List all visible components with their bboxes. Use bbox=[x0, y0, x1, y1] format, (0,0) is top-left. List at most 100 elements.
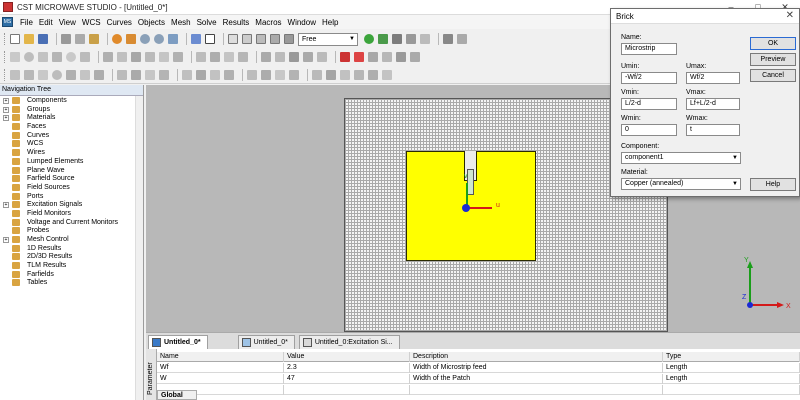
tree-item[interactable]: Field Monitors bbox=[0, 209, 143, 218]
tree-item[interactable]: 1D Results bbox=[0, 244, 143, 253]
table-row[interactable] bbox=[157, 385, 800, 395]
tree-item[interactable]: WCS bbox=[0, 139, 143, 148]
umax-field[interactable]: Wf/2 bbox=[686, 72, 740, 84]
curve-trim-icon[interactable] bbox=[117, 69, 127, 80]
wmin-field[interactable]: 0 bbox=[621, 124, 677, 136]
param-type-cell[interactable]: Length bbox=[663, 374, 800, 384]
transparency-icon[interactable] bbox=[284, 34, 294, 44]
tree-item[interactable]: TLM Results bbox=[0, 261, 143, 270]
tree-item[interactable]: + Components bbox=[0, 96, 143, 105]
menu-objects[interactable]: Objects bbox=[135, 18, 168, 27]
material-select[interactable]: Copper (annealed) ▼ bbox=[621, 178, 741, 190]
param-description-cell[interactable] bbox=[410, 385, 663, 395]
table-row[interactable]: Wf 2.3 Width of Microstrip feed Length bbox=[157, 363, 800, 373]
transform-icon[interactable] bbox=[261, 52, 271, 62]
zoom-icon[interactable] bbox=[140, 34, 150, 44]
sweep-icon[interactable] bbox=[131, 52, 141, 62]
torus-icon[interactable] bbox=[66, 52, 76, 62]
menu-results[interactable]: Results bbox=[220, 18, 253, 27]
lumped-element-icon[interactable] bbox=[196, 69, 206, 80]
tree-item[interactable]: + Mesh Control bbox=[0, 235, 143, 244]
tree-item[interactable]: Voltage and Current Monitors bbox=[0, 218, 143, 227]
menu-macros[interactable]: Macros bbox=[252, 18, 284, 27]
loft-icon[interactable] bbox=[117, 52, 127, 62]
menu-wcs[interactable]: WCS bbox=[79, 18, 104, 27]
close-icon[interactable]: ✕ bbox=[786, 10, 794, 21]
column-header-type[interactable]: Type bbox=[663, 352, 800, 362]
wireframe-icon[interactable] bbox=[242, 34, 252, 44]
tree-item[interactable]: Ports bbox=[0, 192, 143, 201]
tree-item[interactable]: Faces bbox=[0, 122, 143, 131]
toolbar-grip[interactable] bbox=[4, 68, 7, 81]
tree-item[interactable]: Plane Wave bbox=[0, 166, 143, 175]
tab-3d-model[interactable]: Untitled_0* bbox=[148, 335, 208, 349]
curve-spiral-icon[interactable] bbox=[94, 69, 104, 80]
expand-icon[interactable]: + bbox=[3, 106, 9, 113]
paste-icon[interactable] bbox=[89, 34, 99, 44]
boolean-add-icon[interactable] bbox=[196, 52, 206, 62]
mdi-document-icon[interactable]: MS bbox=[2, 17, 13, 27]
boolean-insert-icon[interactable] bbox=[238, 52, 248, 62]
wmax-field[interactable]: t bbox=[686, 124, 740, 136]
menu-curves[interactable]: Curves bbox=[104, 18, 135, 27]
perspective-icon[interactable] bbox=[256, 34, 266, 44]
tree-item[interactable]: Tables bbox=[0, 278, 143, 287]
tree-item[interactable]: Curves bbox=[0, 131, 143, 140]
curve-rectangle-icon[interactable] bbox=[38, 69, 48, 80]
boundary-icon[interactable] bbox=[368, 52, 378, 62]
curve-blend-icon[interactable] bbox=[131, 69, 141, 80]
symmetry-icon[interactable] bbox=[382, 52, 392, 62]
column-header-value[interactable]: Value bbox=[284, 352, 410, 362]
cylinder-icon[interactable] bbox=[38, 52, 48, 62]
tab-excitation-signals[interactable]: Untitled_0:Excitation Si... bbox=[298, 335, 400, 349]
curve-arc-icon[interactable] bbox=[66, 69, 76, 80]
umin-field[interactable]: -Wf/2 bbox=[621, 72, 677, 84]
face-icon[interactable] bbox=[247, 69, 257, 80]
wcs-icon[interactable] bbox=[205, 34, 215, 44]
zoom-window-icon[interactable] bbox=[154, 34, 164, 44]
expand-icon[interactable]: + bbox=[3, 115, 9, 122]
rotate-view-icon[interactable] bbox=[112, 34, 122, 44]
table-row[interactable]: W 47 Width of the Patch Length bbox=[157, 374, 800, 384]
expand-icon[interactable]: + bbox=[3, 237, 9, 243]
tree-item[interactable]: + Materials bbox=[0, 113, 143, 122]
menu-view[interactable]: View bbox=[56, 18, 79, 27]
curve-polygon-icon[interactable] bbox=[24, 69, 34, 80]
menu-help[interactable]: Help bbox=[319, 18, 341, 27]
chamfer-icon[interactable] bbox=[173, 52, 183, 62]
field-plot-icon[interactable] bbox=[443, 34, 453, 44]
param-value-cell[interactable]: 2.3 bbox=[284, 363, 410, 373]
param-type-cell[interactable]: Length bbox=[663, 363, 800, 373]
patch-antenna-shape[interactable] bbox=[406, 151, 536, 261]
ruler-icon[interactable] bbox=[420, 34, 430, 44]
probe-icon[interactable] bbox=[210, 69, 220, 80]
parameter-side-tab[interactable]: Parameter bbox=[146, 349, 157, 400]
open-folder-icon[interactable] bbox=[24, 34, 34, 44]
mesh-refine-icon[interactable] bbox=[354, 69, 364, 80]
units-icon[interactable] bbox=[410, 52, 420, 62]
copy-icon[interactable] bbox=[75, 34, 85, 44]
hide-icon[interactable] bbox=[270, 34, 280, 44]
wire-icon[interactable] bbox=[182, 69, 192, 80]
cube-view-icon[interactable] bbox=[228, 34, 238, 44]
menu-window[interactable]: Window bbox=[285, 18, 319, 27]
cone-icon[interactable] bbox=[52, 52, 62, 62]
frequency-icon[interactable] bbox=[396, 52, 406, 62]
mesh-check-icon[interactable] bbox=[340, 69, 350, 80]
toolbar-grip[interactable] bbox=[4, 33, 7, 45]
tree-item[interactable]: Farfield Source bbox=[0, 174, 143, 183]
tree-item[interactable]: Wires bbox=[0, 148, 143, 157]
mesh-fixpoint-icon[interactable] bbox=[368, 69, 378, 80]
column-header-name[interactable]: Name bbox=[157, 352, 284, 362]
name-field[interactable]: Microstrip bbox=[621, 43, 677, 55]
tree-item[interactable]: + Excitation Signals bbox=[0, 200, 143, 209]
mesh-properties-icon[interactable] bbox=[312, 69, 322, 80]
param-value-cell[interactable] bbox=[284, 385, 410, 395]
toolbar-grip[interactable] bbox=[4, 51, 7, 63]
help-button[interactable]: Help bbox=[750, 178, 796, 191]
tree-item[interactable]: Farfields bbox=[0, 270, 143, 279]
waveguide-port-icon[interactable] bbox=[340, 52, 350, 62]
start-simulation-icon[interactable] bbox=[364, 34, 374, 44]
grid-icon[interactable] bbox=[392, 34, 402, 44]
blend-icon[interactable] bbox=[159, 52, 169, 62]
